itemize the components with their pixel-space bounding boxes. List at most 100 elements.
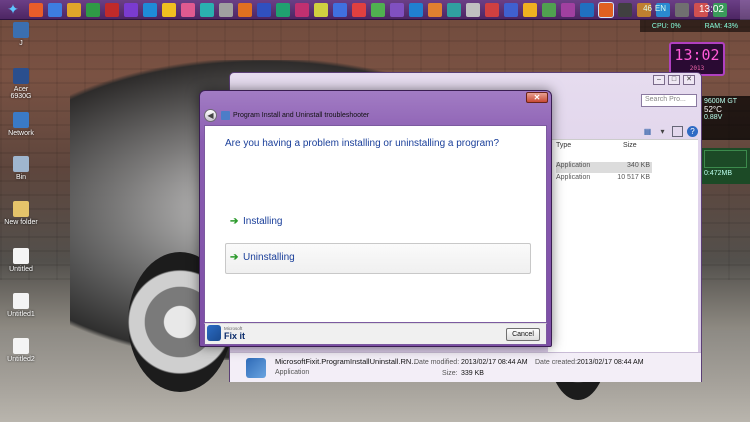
network-icon [13, 112, 29, 128]
window-controls: – □ ✕ [650, 75, 695, 85]
computer-icon [13, 68, 29, 84]
gpu-gadget: 9600M GT 52°C 0.88V [701, 96, 750, 140]
taskbar-app-icon[interactable] [597, 1, 614, 18]
dialog-titlebar: ◀ Program Install and Uninstall troubles… [204, 107, 547, 123]
help-icon[interactable]: ? [687, 125, 698, 137]
taskbar-app-icon[interactable] [275, 2, 290, 17]
folder-icon [13, 201, 29, 217]
green-arrow-icon: ➔ [230, 216, 239, 227]
desktop-icon-untitled[interactable]: Untitled [4, 248, 38, 273]
uninstalling-option[interactable]: ➔ Uninstalling [225, 243, 531, 274]
tray-text-1: 46 [643, 4, 652, 13]
desktop-icon-recycle-bin[interactable]: Bin [4, 156, 38, 181]
memory-graph [704, 150, 747, 168]
taskbar-app-icon[interactable] [256, 2, 271, 17]
taskbar-app-icon[interactable] [541, 2, 556, 17]
taskbar-app-icon[interactable] [332, 2, 347, 17]
taskbar-app-icon[interactable] [389, 2, 404, 17]
details-created-label: Date created: [535, 359, 578, 366]
dialog-close-button[interactable]: ✕ [526, 92, 548, 103]
taskbar-app-icon[interactable] [161, 2, 176, 17]
taskbar-clock[interactable]: 13:02 [699, 4, 724, 15]
taskbar-app-icon[interactable] [427, 2, 442, 17]
taskbar-app-icon[interactable] [503, 2, 518, 17]
taskbar: ✦ 46 EN 13:02 [0, 0, 750, 20]
show-desktop-button[interactable] [740, 0, 750, 20]
desktop-icon-label: Acer 6930G [10, 86, 32, 100]
maximize-button[interactable]: □ [668, 75, 680, 85]
dialog-question: Are you having a problem installing or u… [225, 138, 500, 149]
file-row[interactable]: Application 10 517 KB [556, 174, 652, 185]
preview-pane-icon[interactable] [672, 125, 683, 137]
taskbar-app-icon[interactable] [66, 2, 81, 17]
clock-gadget[interactable]: 13:02 2013 [669, 42, 725, 76]
user-folder-icon [13, 22, 29, 38]
desktop-icon-label: Network [8, 130, 34, 137]
desktop-icon-label: Untitled1 [7, 311, 35, 318]
taskbar-app-icon[interactable] [560, 2, 575, 17]
taskbar-app-icon[interactable] [104, 2, 119, 17]
taskbar-app-icon[interactable] [199, 2, 214, 17]
cpu-usage: CPU: 0% [651, 22, 681, 30]
clock-gadget-time: 13:02 [674, 46, 720, 64]
desktop-icon-label: J [19, 40, 23, 47]
uninstalling-label: Uninstalling [243, 252, 295, 263]
taskbar-app-icon[interactable] [294, 2, 309, 17]
gpu-name: 9600M GT [704, 98, 738, 105]
taskbar-app-icon[interactable] [180, 2, 195, 17]
taskbar-app-icon[interactable] [28, 2, 43, 17]
taskbar-app-icon[interactable] [370, 2, 385, 17]
file-list: Type Size Application 340 KB Application… [548, 139, 698, 359]
taskbar-app-icon[interactable] [313, 2, 328, 17]
taskbar-app-icon[interactable] [123, 2, 138, 17]
column-header-size[interactable]: Size [623, 142, 637, 149]
desktop-icon-label: Untitled [9, 266, 33, 273]
gpu-voltage: 0.88V [704, 114, 723, 121]
taskbar-app-icon[interactable] [446, 2, 461, 17]
file-type: Application [556, 162, 591, 169]
dialog-content: Are you having a problem installing or u… [204, 125, 547, 323]
details-size-value: 339 KB [461, 370, 484, 377]
back-arrow-icon[interactable]: ◀ [204, 108, 217, 122]
taskbar-app-icon[interactable] [85, 2, 100, 17]
details-filetype: Application [275, 369, 310, 376]
taskbar-app-icon[interactable] [408, 2, 423, 17]
green-arrow-icon: ➔ [230, 252, 239, 263]
details-size-label: Size: [442, 370, 458, 377]
installing-option[interactable]: ➔ Installing [225, 207, 531, 238]
taskbar-app-icon[interactable] [351, 2, 366, 17]
desktop-icon-user[interactable]: J [4, 22, 38, 47]
start-button[interactable]: ✦ [0, 0, 26, 20]
taskbar-app-icon[interactable] [617, 2, 632, 17]
desktop-icon-new-folder[interactable]: New folder [4, 201, 38, 226]
chevron-down-icon[interactable]: ▾ [657, 126, 668, 137]
desktop-icon-network[interactable]: Network [4, 112, 38, 137]
desktop-icon-label: Bin [15, 174, 27, 181]
close-button[interactable]: ✕ [683, 75, 695, 85]
recycle-bin-icon [13, 156, 29, 172]
desktop-icon-computer[interactable]: Acer 6930G [4, 68, 38, 100]
column-header-type[interactable]: Type [556, 142, 571, 149]
tray-language[interactable]: EN [655, 4, 666, 13]
taskbar-app-icon[interactable] [522, 2, 537, 17]
fixit-file-icon [246, 358, 266, 378]
taskbar-app-icon[interactable] [579, 2, 594, 17]
taskbar-app-icon[interactable] [47, 2, 62, 17]
taskbar-app-icon[interactable] [465, 2, 480, 17]
details-pane: MicrosoftFixit.ProgramInstallUninstall.R… [230, 352, 701, 382]
dialog-title: Program Install and Uninstall troublesho… [233, 111, 370, 119]
taskbar-app-icon[interactable] [218, 2, 233, 17]
cancel-button[interactable]: Cancel [506, 328, 540, 341]
desktop-icon-untitled2[interactable]: Untitled2 [4, 338, 38, 363]
desktop-icon-untitled1[interactable]: Untitled1 [4, 293, 38, 318]
taskbar-app-icon[interactable] [142, 2, 157, 17]
taskbar-app-icon[interactable] [484, 2, 499, 17]
taskbar-app-icon[interactable] [237, 2, 252, 17]
desktop-icon-label: New folder [4, 219, 38, 226]
view-options-icon[interactable]: ▦ [642, 126, 653, 137]
file-row[interactable]: Application 340 KB [556, 162, 652, 173]
search-input[interactable]: Search Pro... [641, 94, 697, 107]
taskbar-app-icon[interactable] [674, 2, 689, 17]
memory-gadget: 0:472MB [701, 148, 750, 184]
minimize-button[interactable]: – [653, 75, 665, 85]
